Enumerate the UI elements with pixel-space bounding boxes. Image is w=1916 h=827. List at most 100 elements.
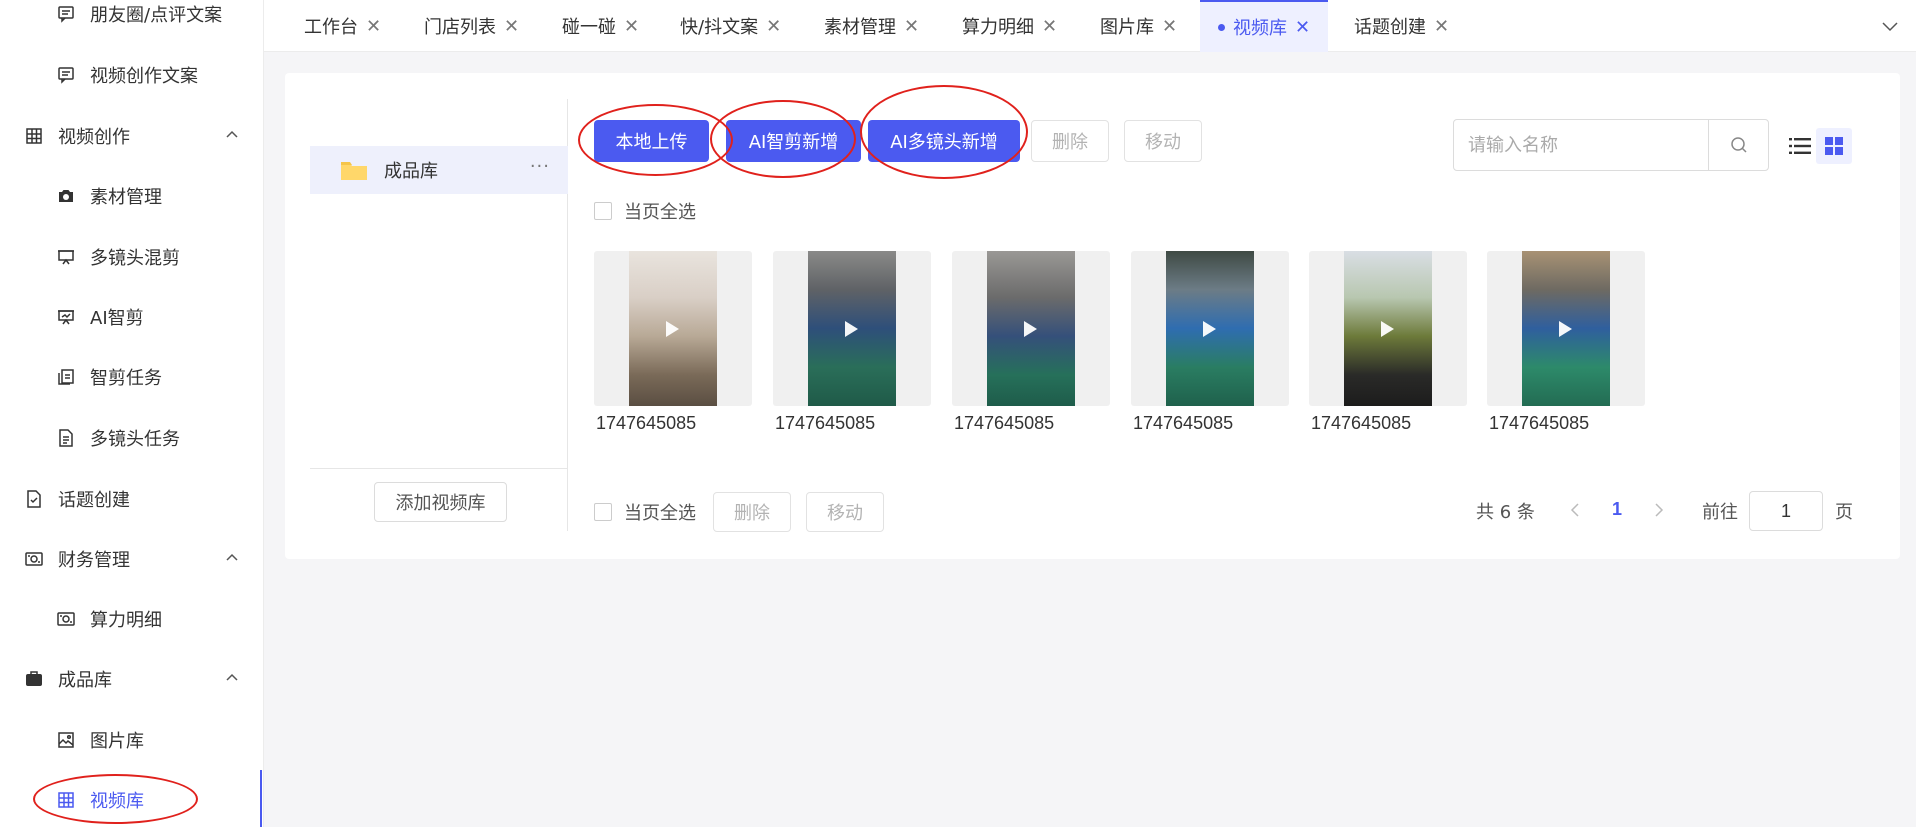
sidebar-item-topic-creation[interactable]: 话题创建 [0,469,262,529]
video-tile[interactable]: 1747645085 [1309,251,1467,437]
tab-label: 碰一碰 [562,17,616,38]
sidebar-item-smart-cut-tasks[interactable]: 智剪任务 [0,347,262,407]
sidebar-item-moments-copy[interactable]: 朋友圈/点评文案 [0,0,262,44]
select-all-checkbox[interactable] [594,202,612,220]
search-icon [1730,137,1747,153]
sidebar-item-label: 素材管理 [90,187,162,208]
select-all-label: 当页全选 [624,202,696,223]
sidebar-item-multi-shot-mix[interactable]: 多镜头混剪 [0,227,262,287]
video-thumbnail[interactable] [952,251,1110,406]
close-icon[interactable]: ✕ [1295,17,1310,38]
image-icon [56,730,76,750]
video-tile[interactable]: 1747645085 [1131,251,1289,437]
play-icon [666,321,679,337]
close-icon[interactable]: ✕ [1042,16,1057,37]
close-icon[interactable]: ✕ [1434,16,1449,37]
sidebar-item-label: 朋友圈/点评文案 [90,5,223,26]
sidebar-item-label: 话题创建 [58,490,130,511]
select-all-bottom[interactable]: 当页全选 [594,499,696,525]
briefcase-icon [24,669,44,689]
sidebar-item-label: 视频库 [90,791,144,812]
sidebar-item-video-copy[interactable]: 视频创作文案 [0,45,262,105]
video-thumbnail[interactable] [1487,251,1645,406]
close-icon[interactable]: ✕ [766,16,781,37]
sidebar-item-video-library[interactable]: 视频库 [0,770,262,827]
video-tile[interactable]: 1747645085 [594,251,752,437]
tab-image-library[interactable]: 图片库 ✕ [1082,0,1195,52]
tab-material-management[interactable]: 素材管理 ✕ [806,0,937,52]
list-view-toggle[interactable] [1782,128,1818,164]
ai-multi-shot-add-button[interactable]: AI多镜头新增 [868,120,1020,162]
document-check-icon [24,489,44,509]
video-name: 1747645085 [954,413,1055,433]
ai-smart-cut-add-button[interactable]: AI智剪新增 [726,120,861,162]
presentation-chart-icon [56,307,76,327]
tab-video-library[interactable]: 视频库 ✕ [1200,0,1329,52]
video-thumbnail[interactable] [773,251,931,406]
tab-store-list[interactable]: 门店列表 ✕ [406,0,537,52]
select-all-top[interactable]: 当页全选 [594,198,696,224]
video-thumbnail[interactable] [1131,251,1289,406]
grid-view-toggle[interactable] [1816,128,1852,164]
video-tile[interactable]: 1747645085 [952,251,1110,437]
bottom-move-button[interactable]: 移动 [806,492,884,532]
sidebar-item-label: 多镜头任务 [90,429,180,450]
tab-compute-detail[interactable]: 算力明细 ✕ [944,0,1075,52]
delete-button[interactable]: 删除 [1031,120,1109,162]
close-icon[interactable]: ✕ [624,16,639,37]
move-button[interactable]: 移动 [1124,120,1202,162]
money-icon [24,549,44,569]
video-name: 1747645085 [1489,413,1590,433]
video-thumbnail[interactable] [594,251,752,406]
tab-topic-creation[interactable]: 话题创建 ✕ [1336,0,1467,52]
video-tile[interactable]: 1747645085 [1487,251,1645,437]
sidebar-item-label: 算力明细 [90,610,162,631]
tab-workbench[interactable]: 工作台 ✕ [286,0,399,52]
pagination-goto-input[interactable] [1749,491,1823,531]
play-icon [1203,321,1216,337]
chevron-down-icon[interactable] [1880,16,1900,36]
select-all-checkbox[interactable] [594,503,612,521]
bottom-delete-button[interactable]: 删除 [713,492,791,532]
close-icon[interactable]: ✕ [904,16,919,37]
select-all-label: 当页全选 [624,503,696,524]
tab-label: 门店列表 [424,17,496,38]
sidebar-group-finance[interactable]: 财务管理 [0,529,262,589]
tab-kuaishou-douyin-copy[interactable]: 快/抖文案 ✕ [662,0,799,52]
library-panel: 成品库 ··· 添加视频库 [310,99,568,531]
sidebar-group-video-creation[interactable]: 视频创作 [0,106,262,166]
grid-table-icon [24,126,44,146]
search-input[interactable] [1454,120,1708,170]
money-icon [56,609,76,629]
sidebar-item-ai-smart-cut[interactable]: AI智剪 [0,287,262,347]
video-thumbnail[interactable] [1309,251,1467,406]
close-icon[interactable]: ✕ [1162,16,1177,37]
chevron-left-icon[interactable] [1567,501,1585,519]
tab-label: 图片库 [1100,17,1154,38]
active-dot [1218,23,1225,31]
sidebar-item-image-library[interactable]: 图片库 [0,710,262,770]
close-icon[interactable]: ✕ [366,16,381,37]
pagination-current-page[interactable]: 1 [1612,499,1622,520]
video-name: 1747645085 [1311,413,1412,433]
library-folder-item[interactable]: 成品库 ··· [310,146,568,194]
add-video-library-button[interactable]: 添加视频库 [374,482,507,522]
close-icon[interactable]: ✕ [504,16,519,37]
more-icon[interactable]: ··· [530,156,550,177]
sidebar-group-product-library[interactable]: 成品库 [0,649,262,709]
grid-icon [1825,137,1843,155]
sidebar-item-multi-shot-tasks[interactable]: 多镜头任务 [0,408,262,468]
sidebar-item-label: AI智剪 [90,308,144,329]
search-button[interactable] [1708,120,1768,170]
chevron-right-icon[interactable] [1649,501,1667,519]
sidebar-item-label: 图片库 [90,731,144,752]
local-upload-button[interactable]: 本地上传 [594,120,709,162]
tab-label: 算力明细 [962,17,1034,38]
tab-label: 工作台 [304,17,358,38]
sidebar-item-label: 智剪任务 [90,368,162,389]
sidebar-item-compute-detail[interactable]: 算力明细 [0,589,262,649]
video-tile[interactable]: 1747645085 [773,251,931,437]
tab-nfc-tap[interactable]: 碰一碰 ✕ [544,0,657,52]
sidebar-item-material-management[interactable]: 素材管理 [0,166,262,226]
sidebar: 朋友圈/点评文案 视频创作文案 视频创作 素材管理 多镜头混剪 AI智剪 智剪任… [0,0,264,827]
